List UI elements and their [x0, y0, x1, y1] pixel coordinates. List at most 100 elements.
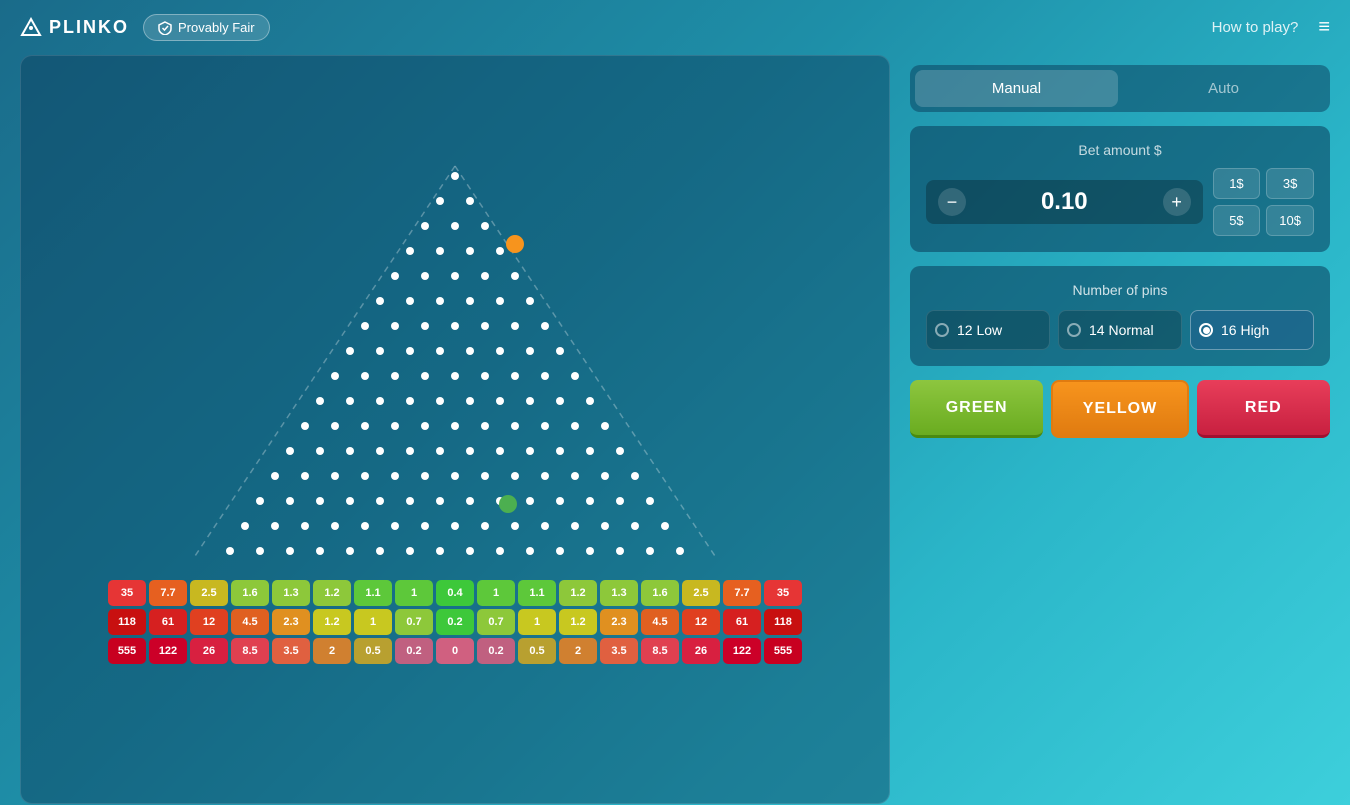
mult-cell: 3.5: [272, 638, 310, 664]
pins-16-label: 16 High: [1221, 322, 1269, 338]
mult-cell: 0.5: [354, 638, 392, 664]
mult-cell: 8.5: [641, 638, 679, 664]
mult-cell: 0.2: [436, 609, 474, 635]
pins-14-label: 14 Normal: [1089, 322, 1154, 338]
header-right: How to play? ≡: [1212, 16, 1330, 39]
multiplier-row-2: 11861124.52.31.210.70.20.711.22.34.51261…: [115, 609, 795, 635]
mult-cell: 122: [149, 638, 187, 664]
mult-cell: 4.5: [231, 609, 269, 635]
game-board: 357.72.51.61.31.21.110.411.11.21.31.62.5…: [20, 55, 890, 804]
mult-cell: 2.3: [272, 609, 310, 635]
quick-bet-5[interactable]: 5$: [1213, 205, 1261, 236]
pins-16-high[interactable]: 16 High: [1190, 310, 1314, 350]
mult-cell: 0.2: [477, 638, 515, 664]
mult-cell: 1.1: [518, 580, 556, 606]
mult-cell: 1.2: [559, 580, 597, 606]
provably-fair-button[interactable]: Provably Fair: [143, 14, 270, 41]
mult-cell: 2: [313, 638, 351, 664]
pins-14-normal[interactable]: 14 Normal: [1058, 310, 1182, 350]
mult-cell: 26: [190, 638, 228, 664]
radio-14-normal: [1067, 323, 1081, 337]
mult-cell: 7.7: [723, 580, 761, 606]
mult-cell: 2.5: [190, 580, 228, 606]
mult-cell: 35: [764, 580, 802, 606]
ball-green: [499, 495, 517, 513]
mult-cell: 555: [108, 638, 146, 664]
mult-cell: 12: [682, 609, 720, 635]
mult-cell: 1.2: [313, 609, 351, 635]
radio-16-high: [1199, 323, 1213, 337]
bet-decrease-button[interactable]: −: [938, 188, 966, 216]
mult-cell: 555: [764, 638, 802, 664]
plinko-area: [115, 66, 795, 576]
mode-tabs: Manual Auto: [910, 65, 1330, 112]
mult-cell: 1.6: [231, 580, 269, 606]
mult-cell: 1: [354, 609, 392, 635]
mult-cell: 35: [108, 580, 146, 606]
yellow-button[interactable]: YELLOW: [1051, 380, 1188, 438]
mult-cell: 4.5: [641, 609, 679, 635]
tab-manual[interactable]: Manual: [915, 70, 1118, 107]
logo: PLINKO: [20, 17, 129, 39]
mult-cell: 1.3: [272, 580, 310, 606]
red-button[interactable]: RED: [1197, 380, 1330, 438]
mult-cell: 1.6: [641, 580, 679, 606]
mult-cell: 0.7: [477, 609, 515, 635]
shield-icon: [158, 21, 172, 35]
header-left: PLINKO Provably Fair: [20, 14, 270, 41]
main-content: 357.72.51.61.31.21.110.411.11.21.31.62.5…: [0, 55, 1350, 804]
mult-cell: 118: [108, 609, 146, 635]
bet-increase-button[interactable]: +: [1163, 188, 1191, 216]
radio-12-low: [935, 323, 949, 337]
mult-cell: 1.2: [313, 580, 351, 606]
pins-section: Number of pins 12 Low 14 Normal 16 High: [910, 266, 1330, 366]
bet-value: 0.10: [978, 188, 1151, 216]
multiplier-row-1: 357.72.51.61.31.21.110.411.11.21.31.62.5…: [115, 580, 795, 606]
mult-cell: 0: [436, 638, 474, 664]
ball-orange: [506, 235, 524, 253]
mult-cell: 1: [395, 580, 433, 606]
bet-label: Bet amount $: [926, 142, 1314, 158]
quick-bets: 1$ 3$ 5$ 10$: [1213, 168, 1314, 236]
pins-12-label: 12 Low: [957, 322, 1002, 338]
mult-cell: 1.2: [559, 609, 597, 635]
bet-controls: − 0.10 + 1$ 3$ 5$ 10$: [926, 168, 1314, 236]
bet-input-group: − 0.10 +: [926, 180, 1203, 224]
tab-auto[interactable]: Auto: [1122, 70, 1325, 107]
mult-cell: 26: [682, 638, 720, 664]
how-to-play-link[interactable]: How to play?: [1212, 19, 1299, 36]
mult-cell: 0.2: [395, 638, 433, 664]
pins-options: 12 Low 14 Normal 16 High: [926, 310, 1314, 350]
provably-fair-label: Provably Fair: [178, 20, 255, 35]
multiplier-row-3: 555122268.53.520.50.200.20.523.58.526122…: [115, 638, 795, 664]
quick-bet-1[interactable]: 1$: [1213, 168, 1261, 199]
menu-icon[interactable]: ≡: [1318, 16, 1330, 39]
mult-cell: 2: [559, 638, 597, 664]
mult-cell: 0.4: [436, 580, 474, 606]
mult-cell: 2.3: [600, 609, 638, 635]
quick-bet-10[interactable]: 10$: [1266, 205, 1314, 236]
mult-cell: 1: [518, 609, 556, 635]
mult-cell: 61: [149, 609, 187, 635]
mult-cell: 8.5: [231, 638, 269, 664]
mult-cell: 122: [723, 638, 761, 664]
mult-cell: 1.1: [354, 580, 392, 606]
mult-cell: 61: [723, 609, 761, 635]
logo-text: PLINKO: [49, 17, 129, 38]
quick-bet-3[interactable]: 3$: [1266, 168, 1314, 199]
right-panel: Manual Auto Bet amount $ − 0.10 + 1$ 3$ …: [910, 55, 1330, 804]
mult-cell: 0.7: [395, 609, 433, 635]
mult-cell: 1: [477, 580, 515, 606]
mult-cell: 118: [764, 609, 802, 635]
logo-icon: [20, 17, 42, 39]
color-buttons: GREEN YELLOW RED: [910, 380, 1330, 438]
green-button[interactable]: GREEN: [910, 380, 1043, 438]
mult-cell: 2.5: [682, 580, 720, 606]
mult-cell: 12: [190, 609, 228, 635]
mult-cell: 3.5: [600, 638, 638, 664]
multiplier-rows: 357.72.51.61.31.21.110.411.11.21.31.62.5…: [115, 580, 795, 667]
mult-cell: 1.3: [600, 580, 638, 606]
pins-12-low[interactable]: 12 Low: [926, 310, 1050, 350]
pins-label: Number of pins: [926, 282, 1314, 298]
bet-section: Bet amount $ − 0.10 + 1$ 3$ 5$ 10$: [910, 126, 1330, 252]
